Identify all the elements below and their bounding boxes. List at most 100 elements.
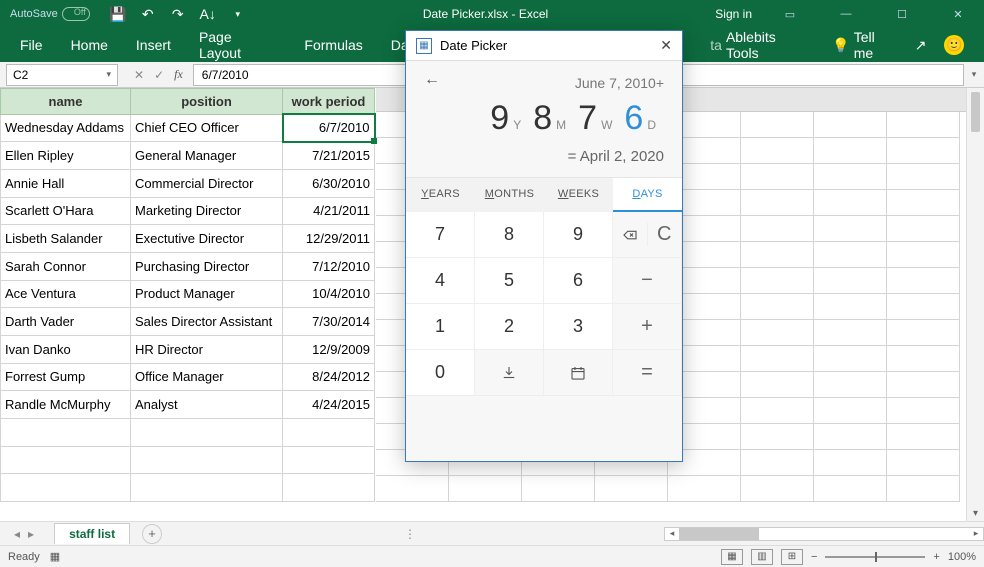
table-row[interactable]: Randle McMurphyAnalyst4/24/2015 <box>1 391 375 419</box>
cell-empty[interactable] <box>814 268 887 294</box>
table-row[interactable]: Annie HallCommercial Director6/30/2010 <box>1 169 375 197</box>
back-icon[interactable]: ← <box>424 71 440 89</box>
cell-name[interactable]: Ivan Danko <box>1 335 131 363</box>
cell-empty[interactable] <box>741 216 814 242</box>
cell-empty[interactable] <box>1 446 131 474</box>
header-position[interactable]: position <box>131 89 283 115</box>
zoom-out-button[interactable]: − <box>811 551 817 563</box>
cell-empty[interactable] <box>887 476 960 502</box>
cancel-formula-icon[interactable]: ✕ <box>134 68 144 82</box>
cell-position[interactable]: Sales Director Assistant <box>131 308 283 336</box>
cell-date[interactable]: 10/4/2010 <box>283 280 375 308</box>
scroll-down-icon[interactable]: ▾ <box>967 508 984 519</box>
autosave-toggle[interactable]: AutoSave <box>0 7 100 21</box>
cell-date[interactable]: 4/24/2015 <box>283 391 375 419</box>
cell-name[interactable]: Wednesday Addams <box>1 114 131 142</box>
table-row[interactable]: Wednesday AddamsChief CEO Officer6/7/201… <box>1 114 375 142</box>
scroll-right-icon[interactable]: ▸ <box>969 528 983 539</box>
cell-empty[interactable] <box>741 398 814 424</box>
zoom-slider[interactable] <box>825 556 925 558</box>
cell-empty[interactable] <box>741 112 814 138</box>
name-box[interactable]: C2 ▾ <box>6 64 118 86</box>
cell-empty[interactable] <box>131 446 283 474</box>
feedback-icon[interactable]: 🙂 <box>944 35 964 55</box>
tab-formulas[interactable]: Formulas <box>290 29 376 61</box>
table-row[interactable]: Ivan DankoHR Director12/9/2009 <box>1 335 375 363</box>
cell-date[interactable]: 7/12/2010 <box>283 252 375 280</box>
customize-qat-icon[interactable]: ▾ <box>230 6 246 22</box>
table-row[interactable]: Forrest GumpOffice Manager8/24/2012 <box>1 363 375 391</box>
header-work-period[interactable]: work period <box>283 89 375 115</box>
cell-empty[interactable] <box>887 138 960 164</box>
cell-date[interactable]: 7/30/2014 <box>283 308 375 336</box>
sheet-tab-staff-list[interactable]: staff list <box>54 523 130 544</box>
key-4[interactable]: 4 <box>406 258 475 304</box>
cell-name[interactable]: Annie Hall <box>1 169 131 197</box>
next-sheet-icon[interactable]: ▸ <box>28 527 34 541</box>
key-6[interactable]: 6 <box>544 258 613 304</box>
cell-name[interactable]: Scarlett O'Hara <box>1 197 131 225</box>
cell-date[interactable]: 4/21/2011 <box>283 197 375 225</box>
cell-empty[interactable] <box>741 190 814 216</box>
fx-icon[interactable]: fx <box>174 67 183 82</box>
normal-view-button[interactable]: ▦ <box>721 549 743 565</box>
cell-empty[interactable] <box>887 424 960 450</box>
cell-name[interactable]: Sarah Connor <box>1 252 131 280</box>
cell-empty[interactable] <box>814 138 887 164</box>
key-2[interactable]: 2 <box>475 304 544 350</box>
scroll-left-icon[interactable]: ◂ <box>665 528 679 539</box>
sort-icon[interactable]: A↓ <box>200 6 216 22</box>
accept-formula-icon[interactable]: ✓ <box>154 68 164 82</box>
cell-position[interactable]: Chief CEO Officer <box>131 114 283 142</box>
cell-empty[interactable] <box>814 424 887 450</box>
key-7[interactable]: 7 <box>406 212 475 258</box>
cell-empty[interactable] <box>741 242 814 268</box>
cell-date[interactable]: 6/30/2010 <box>283 169 375 197</box>
key-1[interactable]: 1 <box>406 304 475 350</box>
macro-record-icon[interactable]: ▦ <box>50 550 60 563</box>
picker-tab-years[interactable]: YEARS <box>406 178 475 212</box>
key-3[interactable]: 3 <box>544 304 613 350</box>
zoom-in-button[interactable]: + <box>933 551 939 563</box>
tab-home[interactable]: Home <box>57 29 122 61</box>
cell-empty[interactable] <box>376 476 449 502</box>
key-0[interactable]: 0 <box>406 350 475 396</box>
cell-empty[interactable] <box>741 268 814 294</box>
save-icon[interactable]: 💾 <box>110 6 126 22</box>
cell-name[interactable]: Lisbeth Salander <box>1 225 131 253</box>
undo-icon[interactable]: ↶ <box>140 6 156 22</box>
cell-empty[interactable] <box>522 476 595 502</box>
table-row[interactable] <box>1 418 375 446</box>
cell-position[interactable]: Exectutive Director <box>131 225 283 253</box>
add-sheet-button[interactable]: + <box>142 524 162 544</box>
tab-page-layout[interactable]: Page Layout <box>185 21 290 69</box>
cell-empty[interactable] <box>814 346 887 372</box>
picker-tab-weeks[interactable]: WEEKS <box>544 178 613 212</box>
cell-date[interactable]: 12/9/2009 <box>283 335 375 363</box>
cell-position[interactable]: Product Manager <box>131 280 283 308</box>
picker-tab-months[interactable]: MONTHS <box>475 178 544 212</box>
cell-name[interactable]: Ace Ventura <box>1 280 131 308</box>
cell-empty[interactable] <box>741 294 814 320</box>
scroll-thumb[interactable] <box>971 92 980 132</box>
key-calendar[interactable] <box>544 350 613 396</box>
close-picker-icon[interactable]: ✕ <box>660 37 672 54</box>
cell-empty[interactable] <box>283 446 375 474</box>
picker-tab-days[interactable]: DAYS <box>613 178 682 212</box>
backspace-icon[interactable] <box>613 226 647 244</box>
key-clear[interactable]: C <box>647 223 682 246</box>
key-minus[interactable]: − <box>613 258 682 304</box>
horizontal-scrollbar[interactable]: ◂ ▸ <box>664 527 984 541</box>
expand-formula-bar-icon[interactable]: ▾ <box>970 69 984 80</box>
cell-empty[interactable] <box>887 398 960 424</box>
table-row[interactable] <box>1 474 375 502</box>
cell-empty[interactable] <box>887 190 960 216</box>
tellme-box[interactable]: 💡 Tell me <box>832 29 896 61</box>
key-5[interactable]: 5 <box>475 258 544 304</box>
vertical-scrollbar[interactable]: ▴ ▾ <box>966 88 984 521</box>
cell-empty[interactable] <box>814 476 887 502</box>
picker-titlebar[interactable]: ▦ Date Picker ✕ <box>406 31 682 61</box>
key-9[interactable]: 9 <box>544 212 613 258</box>
cell-date[interactable]: 6/7/2010 <box>283 114 375 142</box>
table-row[interactable]: Sarah ConnorPurchasing Director7/12/2010 <box>1 252 375 280</box>
